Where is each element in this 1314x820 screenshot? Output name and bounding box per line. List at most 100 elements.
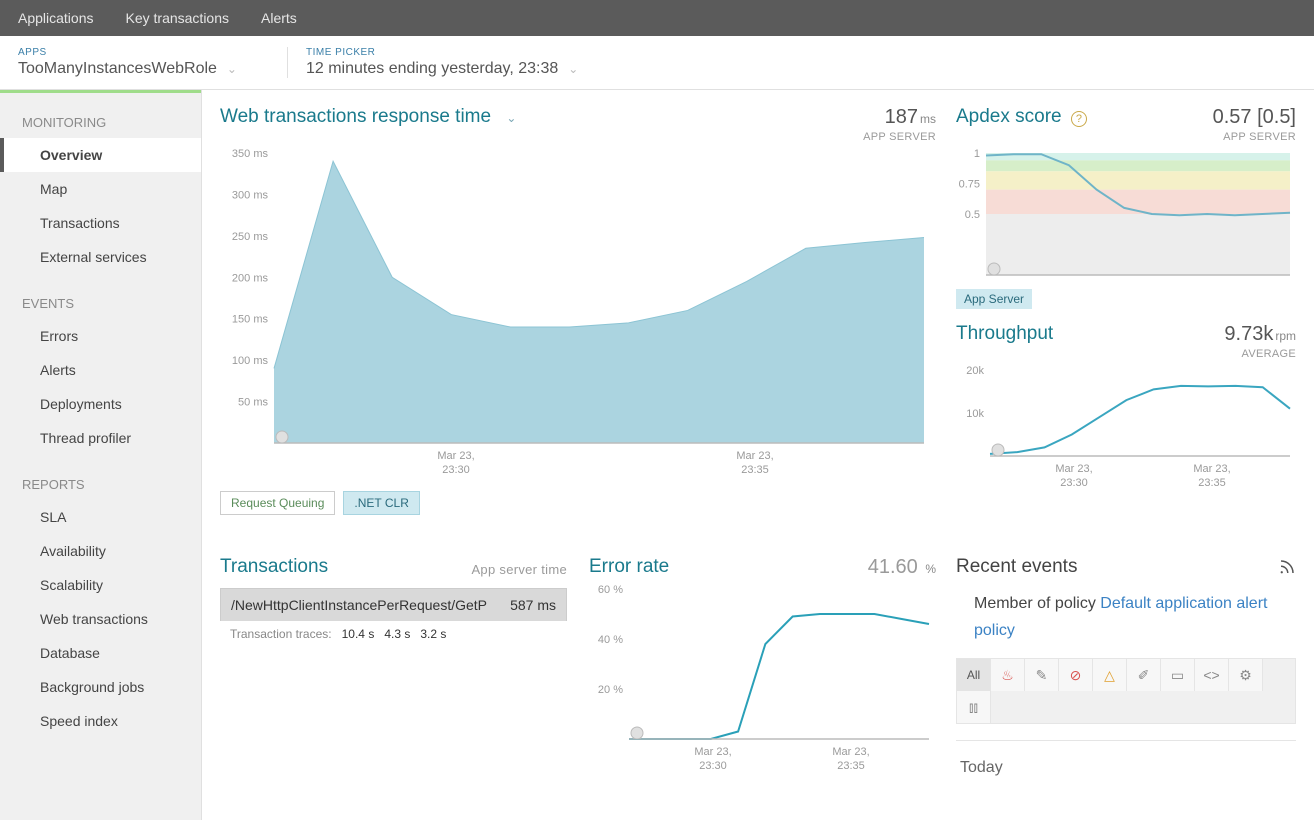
sidebar-item-external-services[interactable]: External services xyxy=(0,240,201,274)
help-icon[interactable]: ? xyxy=(1071,111,1087,127)
sidebar-item-availability[interactable]: Availability xyxy=(0,534,201,568)
error-rate-chart[interactable]: 20 %40 %60 %Mar 23,23:30Mar 23,23:35 xyxy=(589,579,935,779)
svg-text:350 ms: 350 ms xyxy=(232,148,269,160)
svg-text:20 %: 20 % xyxy=(598,684,623,696)
selector-bar: APPS TooManyInstancesWebRole ⌄ TIME PICK… xyxy=(0,36,1314,90)
content: Web transactions response time ⌄ 187ms A… xyxy=(202,90,1314,820)
filter-edit-icon[interactable]: ✎ xyxy=(1025,659,1059,691)
svg-text:Mar 23,: Mar 23, xyxy=(736,450,773,462)
response-time-value: 187ms xyxy=(863,106,936,129)
sidebar-item-overview[interactable]: Overview xyxy=(0,138,201,172)
sidebar-item-errors[interactable]: Errors xyxy=(0,319,201,353)
filter-warning-icon[interactable]: △ xyxy=(1093,659,1127,691)
apdex-chart[interactable]: 0.5 0.75 1 xyxy=(956,143,1296,283)
sidebar-item-scalability[interactable]: Scalability xyxy=(0,568,201,602)
panel-response-time: Web transactions response time ⌄ 187ms A… xyxy=(220,106,936,540)
filter-fire-icon[interactable]: ♨ xyxy=(991,659,1025,691)
svg-text:23:35: 23:35 xyxy=(837,760,865,772)
filter-code-icon[interactable]: <> xyxy=(1195,659,1229,691)
transaction-name: /NewHttpClientInstancePerRequest/GetP xyxy=(231,597,487,613)
filter-error-icon[interactable]: ⊘ xyxy=(1059,659,1093,691)
apdex-value: 0.57 [0.5] xyxy=(1213,106,1296,129)
rss-icon[interactable] xyxy=(1278,558,1296,576)
right-top-column: Apdex score ? 0.57 [0.5] APP SERVER 0.50… xyxy=(956,106,1296,540)
trace-link[interactable]: 3.2 s xyxy=(420,627,446,641)
svg-text:23:30: 23:30 xyxy=(1060,477,1088,489)
policy-text: Member of policy Default application ale… xyxy=(956,578,1296,658)
panel-transactions: Transactions App server time /NewHttpCli… xyxy=(220,556,567,820)
response-time-title[interactable]: Web transactions response time ⌄ xyxy=(220,106,516,128)
time-picker-value: 12 minutes ending yesterday, 23:38 xyxy=(306,60,558,78)
sidebar: MONITORINGOverviewMapTransactionsExterna… xyxy=(0,90,202,820)
svg-text:200 ms: 200 ms xyxy=(232,272,269,284)
nav-key-transactions[interactable]: Key transactions xyxy=(126,10,230,26)
svg-text:50 ms: 50 ms xyxy=(238,397,268,409)
chevron-down-icon: ⌄ xyxy=(568,62,578,76)
svg-text:1: 1 xyxy=(974,148,980,160)
trace-link[interactable]: 4.3 s xyxy=(384,627,410,641)
sidebar-item-background-jobs[interactable]: Background jobs xyxy=(0,670,201,704)
throughput-sub: AVERAGE xyxy=(1224,348,1296,360)
apdex-title: Apdex score ? xyxy=(956,106,1087,128)
filter-all[interactable]: All xyxy=(957,659,991,691)
sidebar-item-speed-index[interactable]: Speed index xyxy=(0,704,201,738)
panel-throughput: Throughput 9.73krpm AVERAGE 10k20kMar 23… xyxy=(956,323,1296,496)
sidebar-item-web-transactions[interactable]: Web transactions xyxy=(0,602,201,636)
sidebar-item-database[interactable]: Database xyxy=(0,636,201,670)
sidebar-item-thread-profiler[interactable]: Thread profiler xyxy=(0,421,201,455)
svg-text:23:30: 23:30 xyxy=(442,464,470,476)
nav-alerts[interactable]: Alerts xyxy=(261,10,297,26)
time-picker[interactable]: TIME PICKER 12 minutes ending yesterday,… xyxy=(287,47,608,78)
response-time-title-text: Web transactions response time xyxy=(220,106,491,127)
filter-chart-icon[interactable]: ⫾⫾ xyxy=(957,691,991,723)
svg-text:300 ms: 300 ms xyxy=(232,189,269,201)
app-picker-value: TooManyInstancesWebRole xyxy=(18,60,217,78)
sidebar-section-monitoring: MONITORING xyxy=(0,93,201,138)
transactions-title: Transactions xyxy=(220,556,328,578)
svg-text:23:30: 23:30 xyxy=(699,760,727,772)
app-picker[interactable]: APPS TooManyInstancesWebRole ⌄ xyxy=(18,47,267,78)
svg-text:Mar 23,: Mar 23, xyxy=(1193,463,1230,475)
chevron-down-icon: ⌄ xyxy=(506,111,516,125)
panel-recent-events: Recent events Member of policy Default a… xyxy=(956,556,1296,820)
sidebar-item-transactions[interactable]: Transactions xyxy=(0,206,201,240)
trace-link[interactable]: 10.4 s xyxy=(342,627,375,641)
response-time-chart[interactable]: 50 ms 100 ms 150 ms 200 ms 250 ms 300 ms 350 m… xyxy=(220,143,930,483)
svg-text:0.5: 0.5 xyxy=(965,209,980,221)
events-today-label: Today xyxy=(956,741,1296,795)
time-picker-kicker: TIME PICKER xyxy=(306,47,578,58)
sidebar-item-sla[interactable]: SLA xyxy=(0,500,201,534)
pill-net-clr[interactable]: .NET CLR xyxy=(343,491,419,515)
sidebar-section-reports: REPORTS xyxy=(0,455,201,500)
throughput-chart[interactable]: 10k20kMar 23,23:30Mar 23,23:35 xyxy=(956,360,1296,496)
transaction-row[interactable]: /NewHttpClientInstancePerRequest/GetP 58… xyxy=(220,588,567,621)
transactions-right-label: App server time xyxy=(471,562,567,577)
svg-text:0.75: 0.75 xyxy=(959,179,980,191)
transaction-time: 587 ms xyxy=(510,597,556,613)
svg-text:60 %: 60 % xyxy=(598,584,623,596)
svg-text:100 ms: 100 ms xyxy=(232,355,269,367)
top-nav: Applications Key transactions Alerts xyxy=(0,0,1314,36)
error-rate-value: 41.60 % xyxy=(868,556,936,579)
svg-text:10k: 10k xyxy=(966,408,984,420)
pill-request-queuing[interactable]: Request Queuing xyxy=(220,491,335,515)
sidebar-item-map[interactable]: Map xyxy=(0,172,201,206)
svg-text:20k: 20k xyxy=(966,365,984,377)
sidebar-item-alerts[interactable]: Alerts xyxy=(0,353,201,387)
sidebar-item-deployments[interactable]: Deployments xyxy=(0,387,201,421)
apdex-legend: App Server xyxy=(956,289,1032,309)
svg-text:Mar 23,: Mar 23, xyxy=(832,746,869,758)
recent-events-title: Recent events xyxy=(956,556,1077,578)
svg-text:250 ms: 250 ms xyxy=(232,231,269,243)
sidebar-section-events: EVENTS xyxy=(0,274,201,319)
filter-monitor-icon[interactable]: ▭ xyxy=(1161,659,1195,691)
filter-note-icon[interactable]: ✐ xyxy=(1127,659,1161,691)
chevron-down-icon: ⌄ xyxy=(227,62,237,76)
throughput-value: 9.73krpm xyxy=(1224,323,1296,346)
filter-gear-icon[interactable]: ⚙ xyxy=(1229,659,1263,691)
panel-error-rate: Error rate 41.60 % 20 %40 %60 %Mar 23,23… xyxy=(589,556,936,820)
nav-applications[interactable]: Applications xyxy=(18,10,94,26)
panel-apdex: Apdex score ? 0.57 [0.5] APP SERVER 0.50… xyxy=(956,106,1296,309)
error-rate-title: Error rate xyxy=(589,556,669,578)
svg-text:150 ms: 150 ms xyxy=(232,314,269,326)
